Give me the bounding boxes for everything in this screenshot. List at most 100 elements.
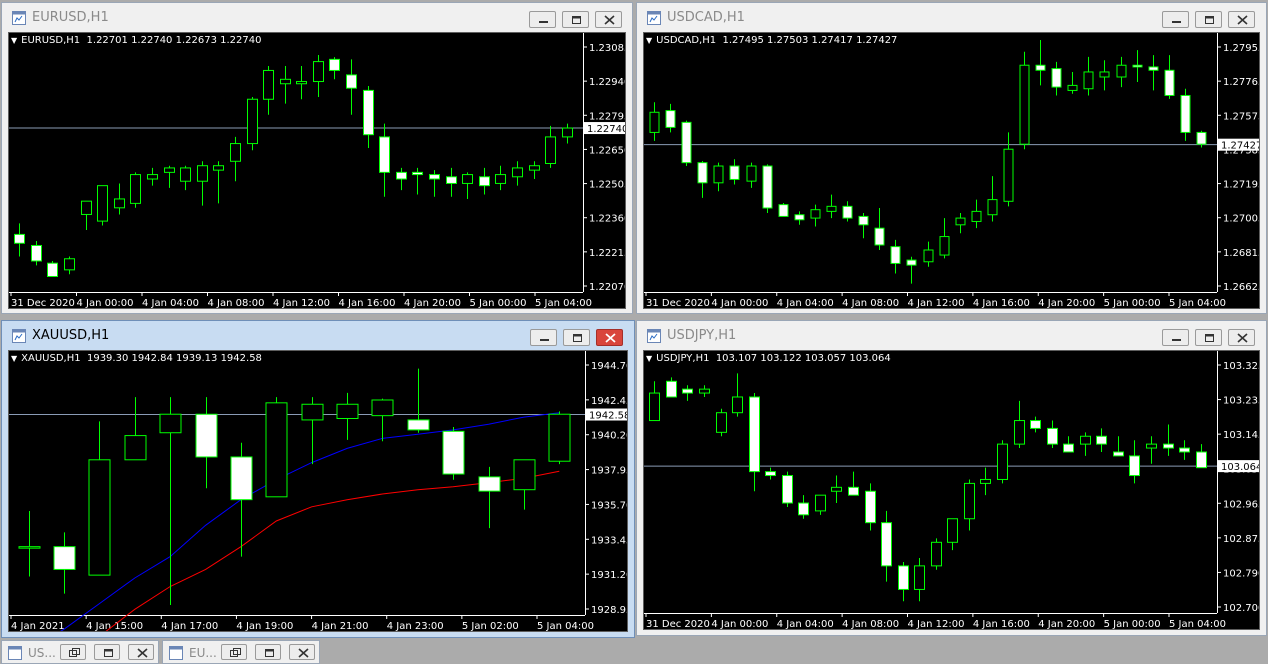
- chart-header: ▼ USDCAD,H1 1.27495 1.27503 1.27417 1.274…: [646, 35, 897, 46]
- minimized-window[interactable]: US...: [1, 640, 159, 664]
- bear-candle-body: [1179, 447, 1190, 453]
- bear-candle-body: [412, 171, 423, 176]
- maximize-button[interactable]: [94, 644, 120, 660]
- bull-candle-body: [649, 111, 660, 133]
- candle: [1003, 132, 1014, 207]
- price-tick-label: 1933.45: [591, 535, 628, 546]
- close-button[interactable]: [289, 644, 315, 660]
- close-button[interactable]: [596, 329, 623, 346]
- bull-candle-body: [1003, 148, 1014, 202]
- candle: [31, 241, 42, 266]
- chart-plot: 103.325103.235103.145103.055102.965102.8…: [644, 351, 1260, 630]
- candle: [545, 125, 556, 168]
- candle: [513, 459, 536, 510]
- price-chart[interactable]: 1.23085 1.22940 1.22795 1.22650 1.22505 1.223…: [8, 32, 626, 309]
- candle: [729, 159, 740, 185]
- bear-candle-body: [346, 74, 357, 89]
- minimize-button[interactable]: [529, 11, 556, 28]
- candle: [1083, 56, 1094, 96]
- close-button[interactable]: [595, 11, 622, 28]
- dropdown-triangle-icon[interactable]: ▼: [11, 36, 17, 45]
- bear-candle-body: [798, 502, 809, 516]
- bear-candle-body: [1063, 443, 1074, 453]
- candle: [765, 467, 776, 480]
- window-title: USDCAD,H1: [667, 10, 745, 25]
- price-tick-label: 1.22215: [589, 248, 626, 259]
- title-bar[interactable]: USDJPY,H1: [637, 321, 1266, 351]
- price-tick-label: 102.965: [1223, 499, 1260, 510]
- candle: [81, 200, 92, 230]
- price-chart[interactable]: 103.325103.235103.145103.055102.965102.8…: [643, 350, 1260, 630]
- maximize-button[interactable]: [255, 644, 281, 660]
- dropdown-triangle-icon[interactable]: ▼: [646, 354, 652, 363]
- restore-button[interactable]: [221, 644, 247, 660]
- price-chart[interactable]: 1.27955 1.27765 1.27575 1.27385 1.27195 1.270…: [643, 32, 1260, 309]
- bear-candle-body: [765, 471, 776, 477]
- title-bar[interactable]: USDCAD,H1: [637, 3, 1266, 33]
- maximize-button[interactable]: [563, 329, 590, 346]
- time-tick-label: 5 Jan 00:00: [470, 298, 527, 309]
- bull-candle-body: [301, 403, 324, 421]
- candle: [512, 161, 523, 186]
- price-tick-label: 103.325: [1223, 361, 1260, 372]
- bull-candle-body: [562, 127, 573, 138]
- bull-candle-body: [649, 392, 660, 422]
- bull-candle-body: [1083, 71, 1094, 90]
- dropdown-triangle-icon[interactable]: ▼: [646, 36, 652, 45]
- window-xauusd[interactable]: XAUUSD,H1 1944.70 1942.45 1940.20 1937.95 19…: [1, 320, 635, 638]
- candle: [124, 397, 147, 461]
- candle: [682, 385, 693, 401]
- candle: [746, 162, 757, 188]
- candle: [931, 538, 942, 570]
- bull-candle-body: [213, 165, 224, 171]
- candle: [446, 167, 457, 197]
- time-tick-label: 5 Jan 04:00: [535, 298, 592, 309]
- candle: [1035, 40, 1046, 86]
- minimize-button[interactable]: [530, 329, 557, 346]
- close-button[interactable]: [1228, 11, 1255, 28]
- dropdown-triangle-icon[interactable]: ▼: [11, 354, 17, 363]
- bull-candle-body: [914, 565, 925, 590]
- maximize-button[interactable]: [562, 11, 589, 28]
- bear-candle-body: [1096, 435, 1107, 445]
- candle: [815, 494, 826, 515]
- close-icon: [604, 15, 615, 25]
- chart-window-icon: [8, 646, 22, 660]
- candle: [649, 102, 660, 141]
- candle: [881, 510, 892, 582]
- bear-candle-body: [429, 174, 440, 180]
- candle: [1080, 432, 1091, 456]
- bear-candle-body: [778, 204, 789, 217]
- time-tick-label: 5 Jan 04:00: [1169, 619, 1226, 630]
- candle: [987, 176, 998, 222]
- window-usdcad[interactable]: USDCAD,H1 1.27955 1.27765 1.27575 1.27385 1.…: [636, 2, 1267, 314]
- candle: [159, 397, 182, 606]
- window-usdjpy[interactable]: USDJPY,H1 103.325103.235103.145103.05510…: [636, 320, 1267, 636]
- close-button[interactable]: [1228, 329, 1255, 346]
- bear-candle-body: [665, 110, 676, 128]
- candle: [147, 167, 158, 186]
- minimize-button[interactable]: [1162, 11, 1189, 28]
- bull-candle-body: [716, 412, 727, 433]
- time-tick-label: 4 Jan 2021: [11, 621, 65, 632]
- bear-candle-body: [762, 165, 773, 209]
- close-button[interactable]: [128, 644, 154, 660]
- minimize-button[interactable]: [1162, 329, 1189, 346]
- candle: [495, 165, 506, 191]
- restore-button[interactable]: [60, 644, 86, 660]
- title-bar[interactable]: EURUSD,H1: [2, 3, 632, 33]
- bull-candle-body: [931, 541, 942, 567]
- title-bar[interactable]: XAUUSD,H1: [2, 321, 634, 351]
- candle: [955, 213, 966, 234]
- price-chart[interactable]: 1944.70 1942.45 1940.20 1937.95 1935.70 1933.…: [8, 350, 628, 632]
- bull-candle-body: [230, 143, 241, 162]
- chart-window-icon: [12, 329, 26, 343]
- minimized-window[interactable]: EU...: [162, 640, 320, 664]
- maximize-button[interactable]: [1195, 329, 1222, 346]
- candle: [762, 164, 773, 214]
- chart-window-icon: [12, 11, 26, 25]
- maximize-button[interactable]: [1195, 11, 1222, 28]
- window-eurusd[interactable]: EURUSD,H1 1.23085 1.22940 1.22795 1.22650 1.…: [1, 2, 633, 314]
- candle: [396, 167, 407, 191]
- window-title: XAUUSD,H1: [32, 328, 110, 343]
